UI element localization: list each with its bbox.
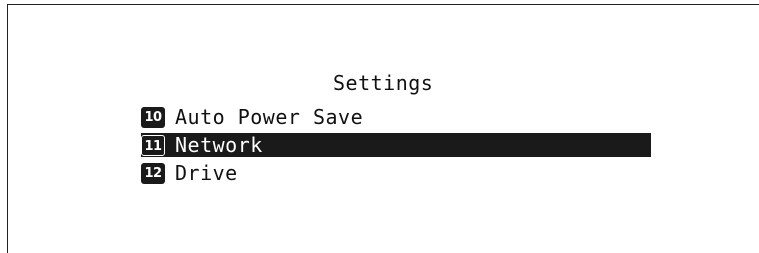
screen-title: Settings [333,71,434,95]
menu-item-auto-power-save[interactable]: 10 Auto Power Save [141,105,651,129]
menu-item-number-badge: 12 [141,162,165,184]
menu-item-drive[interactable]: 12 Drive [141,161,651,185]
menu-item-label: Drive [175,161,238,185]
menu-item-label: Auto Power Save [175,105,364,129]
lcd-screen: Settings 10 Auto Power Save 11 Network 1… [7,4,759,253]
menu-item-label: Network [175,133,263,157]
menu-item-number-badge: 10 [141,106,165,128]
menu-item-number-badge: 11 [141,134,165,156]
menu-item-network[interactable]: 11 Network [141,133,651,157]
